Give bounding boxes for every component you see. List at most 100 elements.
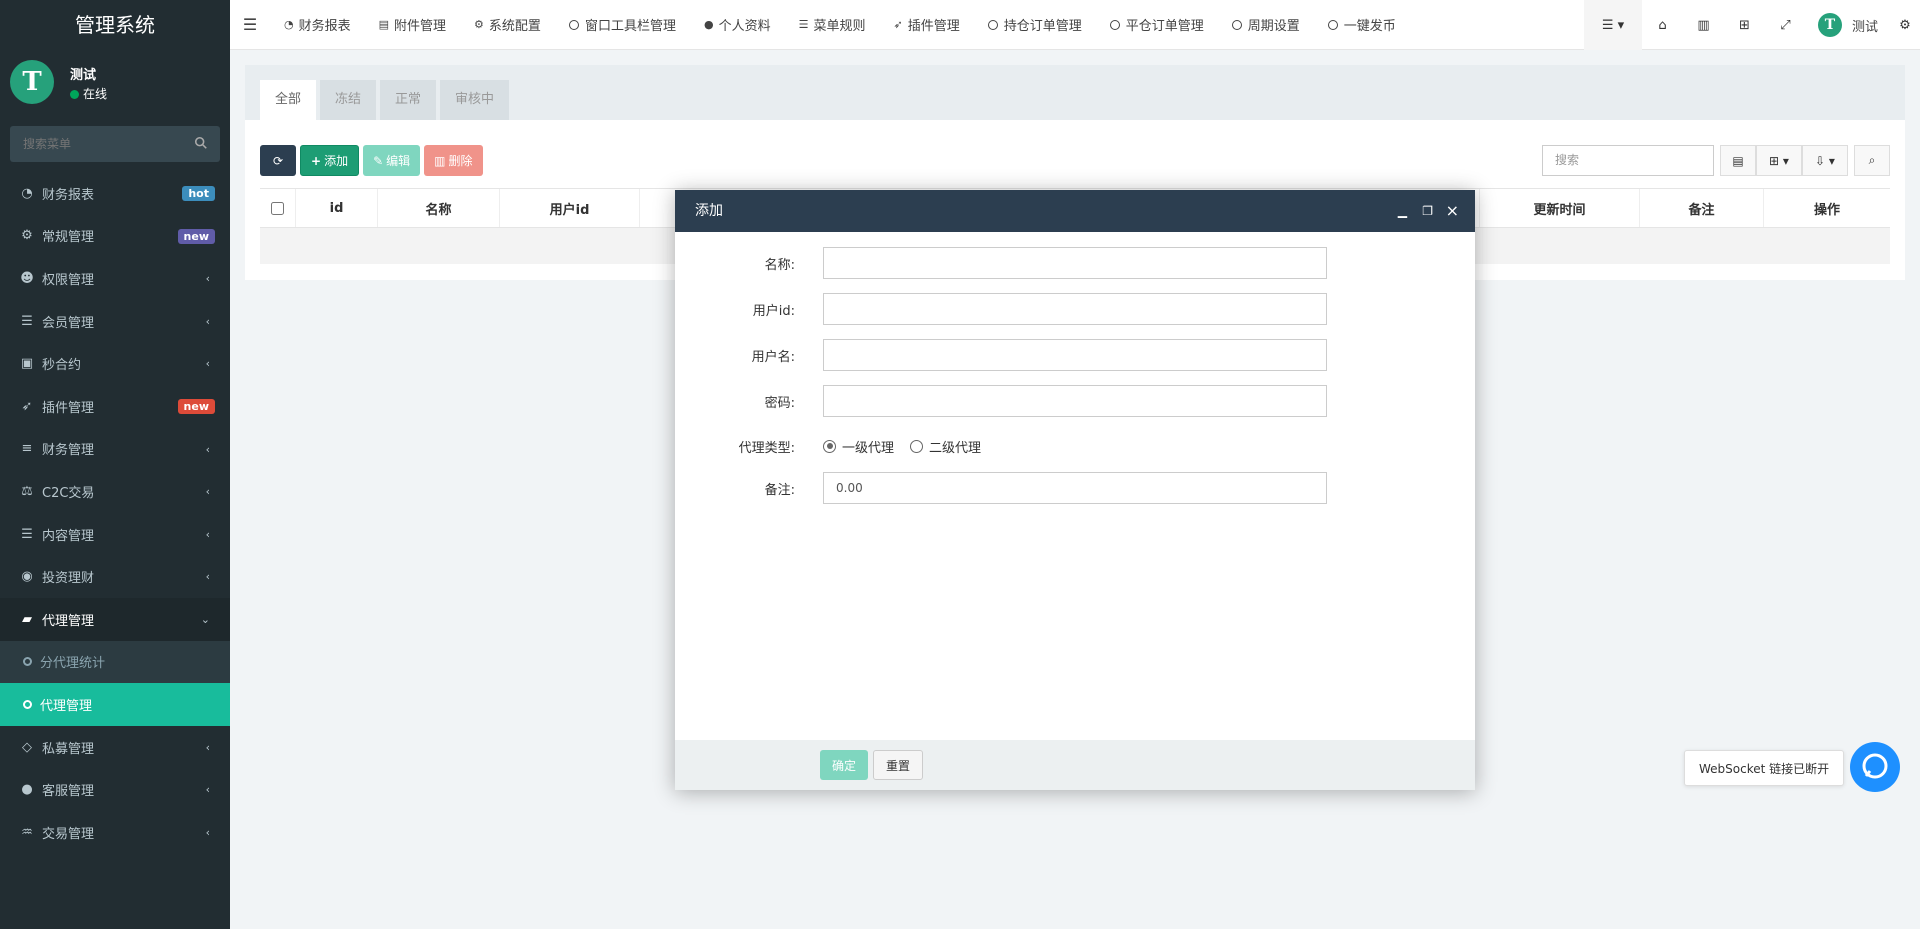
sidebar-subitem-agent-stats[interactable]: 分代理统计 [0,640,230,684]
column-header[interactable]: 名称 [378,189,500,227]
sidebar-item-customer-service[interactable]: ● 客服管理 ‹ [0,768,230,811]
tab-system-config[interactable]: ⚙ 系统配置 [460,0,555,50]
home-button[interactable]: ⌂ [1642,0,1683,50]
cogs-icon: ⚙ [1899,17,1911,33]
circle-icon [1109,19,1120,30]
language-button[interactable]: ⊞ [1724,0,1765,50]
sidebar-item-private-equity[interactable]: ◇ 私募管理 ‹ [0,726,230,769]
sidebar-item-permissions[interactable]: ☻ 权限管理 ‹ [0,257,230,300]
group-icon: ☻ [20,270,34,286]
user-id-label: 用户id: [752,303,795,319]
remark-input[interactable]: 0.00 [823,472,1327,504]
balance-scale-icon: ⚖ [21,483,33,499]
brand-title[interactable]: 管理系统 [0,0,230,50]
password-input[interactable] [823,385,1327,417]
chevron-left-icon: ‹ [205,357,210,371]
refresh-button[interactable]: ⟳ [260,145,296,176]
tabs-list-dropdown[interactable]: ☰ ▾ [1583,0,1642,50]
user-icon: ● [703,18,714,31]
pencil-icon: ✎ [373,153,384,168]
form-row-user-id: 用户id: [675,293,1475,325]
tab-closed-orders[interactable]: 平仓订单管理 [1096,0,1218,50]
sidebar-subitem-agent-manage[interactable]: 代理管理 [0,683,230,726]
table-tools: 搜索 ▤ ⊞ ▾ ⇩ ▾ ⌕ [1542,145,1890,176]
tab-issue-coin[interactable]: 一键发币 [1314,0,1410,50]
sidebar-item-finance-report[interactable]: ◔ 财务报表 hot [0,172,230,215]
sidebar-item-general[interactable]: ⚙ 常规管理 new [0,215,230,258]
user-panel: T 测试 在线 [0,50,230,124]
panel-header: 全部 冻结 正常 审核中 [245,65,1905,120]
close-icon[interactable]: × [1446,190,1459,232]
sidebar-item-trading[interactable]: ♒ 交易管理 ‹ [0,811,230,854]
sidebar-item-content[interactable]: ☰ 内容管理 ‹ [0,513,230,556]
export-dropdown[interactable]: ⇩ ▾ [1802,145,1848,176]
edit-button[interactable]: ✎ 编辑 [363,145,421,176]
column-header[interactable]: 操作 [1764,189,1890,227]
calendar-icon: ▣ [20,356,34,372]
chevron-left-icon: ‹ [205,740,210,754]
tab-menu-rules[interactable]: ☰ 菜单规则 [785,0,880,50]
sidebar-search-input[interactable] [10,126,220,162]
nav-tabs: ◔ 财务报表 ▤ 附件管理 ⚙ 系统配置 窗口工具栏管理 ● 个人资料 ☰ 菜单规则 ➶ 插… [270,0,1410,50]
fullscreen-button[interactable]: ⤢ [1765,0,1806,50]
add-button[interactable]: + 添加 [300,145,360,176]
sidebar-item-c2c[interactable]: ⚖ C2C交易 ‹ [0,470,230,513]
maximize-icon[interactable]: ❐ [1422,190,1433,232]
radio-level1[interactable] [823,439,836,453]
column-header[interactable]: 备注 [1640,189,1764,227]
delete-button[interactable]: ▥ 删除 [424,145,483,176]
sidebar-toggle-icon[interactable]: ☰ [230,15,270,34]
reset-button[interactable]: 重置 [873,750,924,780]
column-header[interactable]: 用户id [500,189,640,227]
agent-type-radios: 一级代理 二级代理 [823,437,981,456]
tab-all[interactable]: 全部 [260,80,317,120]
tab-window-toolbar[interactable]: 窗口工具栏管理 [555,0,690,50]
confirm-button[interactable]: 确定 [820,750,869,780]
tab-finance-report[interactable]: ◔ 财务报表 [270,0,365,50]
table-search-input[interactable]: 搜索 [1542,145,1714,176]
user-status: 在线 [70,85,107,102]
sidebar-item-plugins[interactable]: ➶ 插件管理 new [0,385,230,428]
username-input[interactable] [823,339,1327,371]
tab-reviewing[interactable]: 审核中 [440,80,510,120]
clear-cache-button[interactable]: ▥ [1683,0,1724,50]
sidebar-item-members[interactable]: ☰ 会员管理 ‹ [0,300,230,343]
chevron-left-icon: ‹ [205,442,210,456]
columns-dropdown[interactable]: ⊞ ▾ [1756,145,1802,176]
password-label: 密码: [764,395,795,411]
name-input[interactable] [823,247,1327,279]
column-header[interactable]: id [296,189,378,227]
tab-frozen[interactable]: 冻结 [320,80,377,120]
user-menu[interactable]: T 测试 [1806,0,1890,50]
user-id-input[interactable] [823,293,1327,325]
control-sidebar-button[interactable]: ⚙ [1890,0,1920,50]
advanced-search-button[interactable]: ⌕ [1854,145,1890,176]
radio-level2-label[interactable]: 二级代理 [929,437,981,456]
tab-attachments[interactable]: ▤ 附件管理 [365,0,460,50]
sidebar-item-finance[interactable]: ≡ 财务管理 ‹ [0,428,230,471]
tab-plugins[interactable]: ➶ 插件管理 [879,0,973,50]
tab-profile[interactable]: ● 个人资料 [690,0,785,50]
user-name: 测试 [70,68,97,83]
select-all-checkbox[interactable] [271,201,284,215]
search-icon[interactable] [194,136,208,150]
chat-bubble-button[interactable] [1850,742,1900,792]
minimize-icon[interactable]: ▁ [1398,190,1407,232]
radio-level1-label[interactable]: 一级代理 [842,437,894,456]
tab-normal[interactable]: 正常 [380,80,437,120]
tab-open-orders[interactable]: 持仓订单管理 [974,0,1096,50]
hot-badge: hot [182,186,215,201]
column-header[interactable]: 更新时间 [1480,189,1640,227]
tab-period-settings[interactable]: 周期设置 [1218,0,1314,50]
circle-icon [1327,19,1338,30]
sidebar-item-second-contract[interactable]: ▣ 秒合约 ‹ [0,342,230,385]
toggle-view-button[interactable]: ▤ [1720,145,1756,176]
plus-icon: + [311,153,322,168]
radio-level2[interactable] [910,439,924,453]
top-right-tools: ☰ ▾ ⌂ ▥ ⊞ ⤢ T 测试 ⚙ [1583,0,1920,50]
diamond-icon: ◇ [22,739,32,755]
sidebar-item-agents[interactable]: ▰ 代理管理 ⌄ [0,597,230,641]
toolbar: ⟳ + 添加 ✎ 编辑 ▥ 删除 [260,145,487,176]
sidebar-item-investment[interactable]: ◉ 投资理财 ‹ [0,555,230,598]
chevron-left-icon: ‹ [205,825,210,839]
